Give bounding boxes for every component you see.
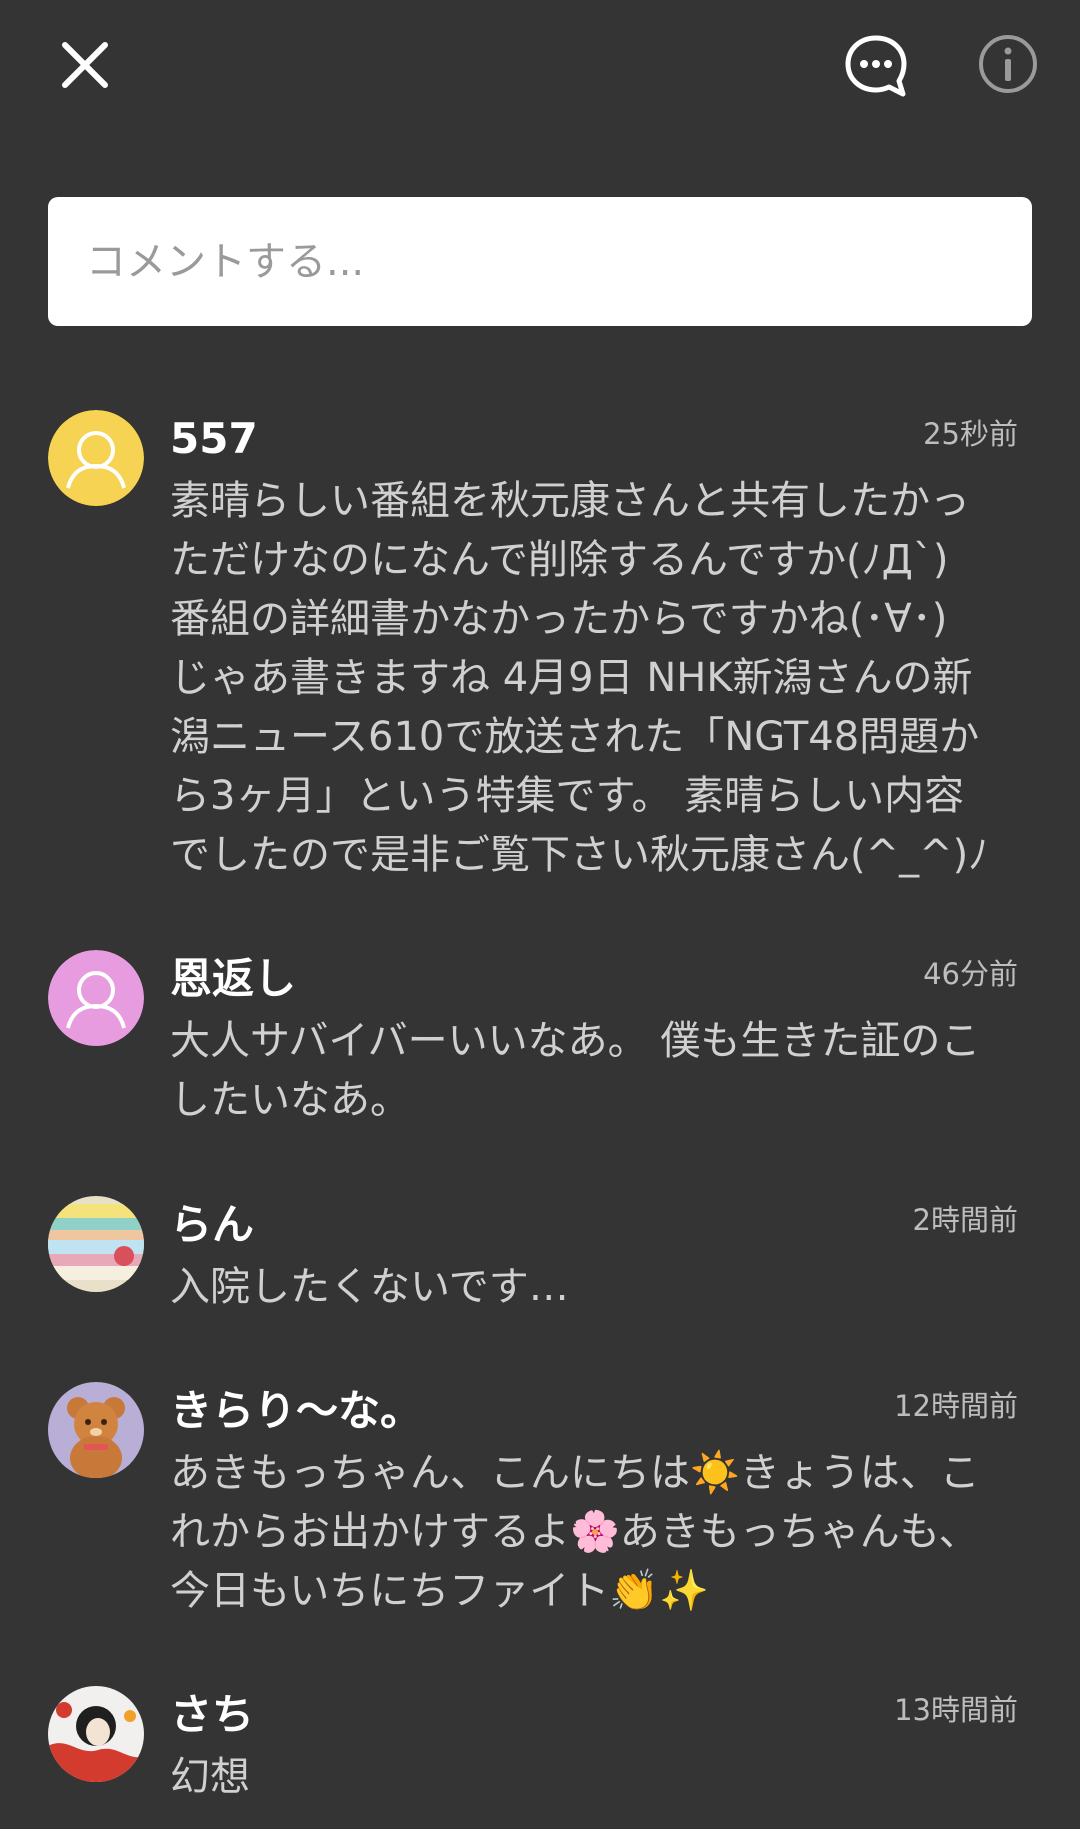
comment-timestamp: 25秒前 — [923, 417, 1018, 451]
comment-text-line: したいなあ。 — [170, 1077, 410, 1123]
chat-button[interactable] — [836, 26, 916, 106]
comment-input-container — [48, 197, 1032, 326]
info-button[interactable] — [970, 26, 1046, 102]
comment-text: 幻想 — [170, 1748, 1020, 1807]
avatar[interactable] — [48, 410, 144, 506]
stripes-photo-avatar — [48, 1196, 144, 1292]
avatar[interactable] — [48, 950, 144, 1046]
chat-bubble-ellipsis-icon — [845, 35, 907, 97]
comment-text-line: あきもっちゃん、こんにちは☀️きょうは、こ — [170, 1450, 980, 1496]
comment-timestamp: 12時間前 — [894, 1389, 1018, 1423]
teddy-bear-photo-avatar — [48, 1382, 144, 1478]
commenter-name[interactable]: らん — [170, 1204, 254, 1246]
comment-text-line: 幻想 — [170, 1754, 250, 1800]
comment-input[interactable] — [48, 197, 1032, 326]
comment-text-line: 番組の詳細書かなかったからですかね(･∀･) — [170, 596, 948, 642]
comment-timestamp: 46分前 — [923, 957, 1018, 991]
comment-text-line: 今日もいちにちファイト👏✨ — [170, 1568, 709, 1614]
default-avatar-icon — [48, 950, 144, 1046]
close-button[interactable] — [50, 30, 120, 100]
comment-text-line: 入院したくないです… — [170, 1264, 569, 1310]
avatar[interactable] — [48, 1382, 144, 1478]
comment-text-line: 潟ニュース610で放送された「NGT48問題か — [170, 714, 980, 760]
comment-text-line: ただけなのになんで削除するんですか(ﾉДˋ) — [170, 537, 949, 583]
comment-text: 大人サバイバーいいなあ。 僕も生きた証のこ したいなあ。 — [170, 1012, 1020, 1130]
illustration-photo-avatar — [48, 1686, 144, 1782]
comment-text-line: じゃあ書きますね 4月9日 NHK新潟さんの新 — [170, 655, 973, 701]
top-bar — [0, 0, 1080, 140]
avatar[interactable] — [48, 1686, 144, 1782]
comment-text: 素晴らしい番組を秋元康さんと共有したかっ ただけなのになんで削除するんですか(ﾉ… — [170, 472, 1020, 885]
comment-timestamp: 2時間前 — [912, 1203, 1018, 1237]
comment-text-line: れからお出かけするよ🌸あきもっちゃんも、 — [170, 1509, 979, 1555]
commenter-name[interactable]: 557 — [170, 418, 258, 460]
info-icon — [979, 35, 1037, 93]
default-avatar-icon — [48, 410, 144, 506]
comment-text-line: 大人サバイバーいいなあ。 僕も生きた証のこ — [170, 1018, 981, 1064]
commenter-name[interactable]: きらり〜な。 — [170, 1390, 422, 1432]
comment-text: あきもっちゃん、こんにちは☀️きょうは、こ れからお出かけするよ🌸あきもっちゃん… — [170, 1444, 1020, 1621]
comment-text: 入院したくないです… — [170, 1258, 1020, 1317]
close-icon — [62, 42, 108, 88]
avatar[interactable] — [48, 1196, 144, 1292]
commenter-name[interactable]: さち — [170, 1694, 254, 1736]
comment-text-line: 素晴らしい番組を秋元康さんと共有したかっ — [170, 478, 970, 524]
commenter-name[interactable]: 恩返し — [170, 958, 296, 1000]
comment-timestamp: 13時間前 — [894, 1693, 1018, 1727]
comment-text-line: でしたので是非ご覧下さい秋元康さん(^_^)ﾉ — [170, 832, 989, 878]
comment-text-line: ら3ヶ月」という特集です。 素晴らしい内容 — [170, 773, 965, 819]
